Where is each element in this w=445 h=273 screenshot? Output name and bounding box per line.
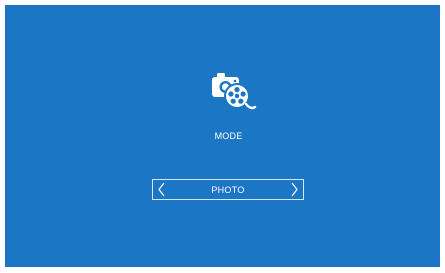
- mode-screen: MODE PHOTO: [5, 5, 440, 267]
- chevron-right-icon[interactable]: [287, 180, 301, 199]
- camera-video-reel-icon: [212, 73, 257, 110]
- mode-label: MODE: [214, 131, 243, 141]
- mode-selector[interactable]: PHOTO: [152, 179, 304, 200]
- mode-selector-value: PHOTO: [211, 185, 245, 195]
